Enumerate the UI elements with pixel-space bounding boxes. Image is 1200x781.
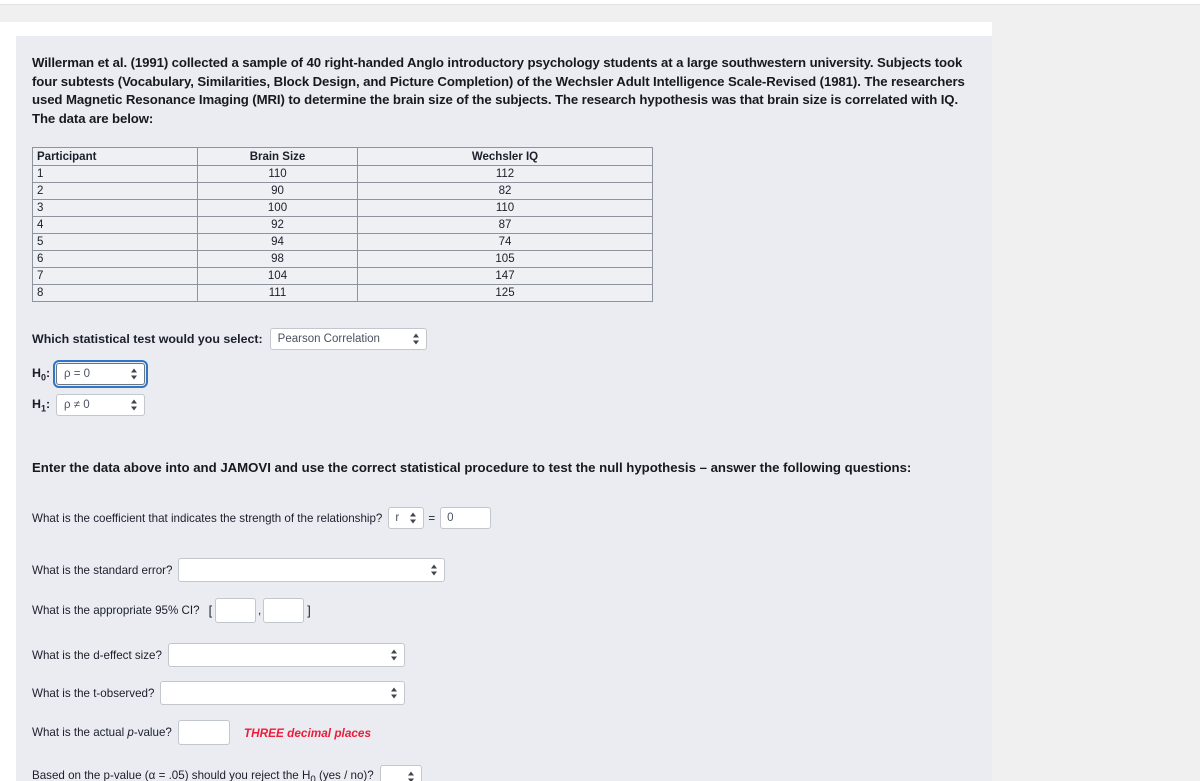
- statistical-test-select[interactable]: Pearson Correlation: [269, 328, 427, 350]
- ci-separator: ,: [258, 604, 262, 617]
- null-hypothesis-select[interactable]: ρ = 0: [53, 360, 148, 388]
- cell-participant: 5: [32, 233, 198, 251]
- alt-hypothesis-label: H1:: [32, 396, 51, 414]
- statistical-test-label: Which statistical test would you select:: [32, 332, 263, 346]
- table-row: 7 104 147: [32, 267, 653, 285]
- table-row: 3 100 110: [32, 199, 653, 217]
- cell-brain-size: 98: [197, 250, 358, 268]
- t-observed-row: What is the t-observed?: [32, 681, 976, 705]
- d-effect-size-label: What is the d-effect size?: [32, 648, 162, 662]
- table-header-row: Participant Brain Size Wechsler IQ: [32, 147, 653, 166]
- reject-decision-select-wrap[interactable]: [379, 765, 422, 781]
- cell-participant: 7: [32, 267, 198, 285]
- table-row: 4 92 87: [32, 216, 653, 234]
- data-table: Participant Brain Size Wechsler IQ 1 110…: [32, 147, 653, 302]
- standard-error-row: What is the standard error?: [32, 558, 976, 582]
- intro-paragraph: Willerman et al. (1991) collected a samp…: [32, 55, 965, 126]
- standard-error-select-wrap[interactable]: [178, 558, 446, 582]
- column-header-wechsler-iq: Wechsler IQ: [357, 147, 653, 166]
- statistical-test-select-wrap[interactable]: Pearson Correlation: [269, 328, 427, 350]
- cell-iq: 105: [357, 250, 653, 268]
- cell-participant: 2: [32, 182, 198, 200]
- cell-brain-size: 94: [197, 233, 358, 251]
- reject-decision-label: Based on the p-value (α = .05) should yo…: [32, 769, 374, 781]
- reject-label-part2: (yes / no)?: [315, 768, 374, 781]
- instructions-prompt: Enter the data above into and JAMOVI and…: [32, 460, 912, 475]
- cell-participant: 8: [32, 284, 198, 302]
- table-row: 6 98 105: [32, 250, 653, 268]
- ci-open-bracket: [: [208, 603, 213, 618]
- cell-participant: 1: [32, 165, 198, 183]
- confidence-interval-row: What is the appropriate 95% CI? [ , ]: [32, 598, 976, 623]
- t-observed-select[interactable]: [160, 681, 406, 705]
- table-row: 2 90 82: [32, 182, 653, 200]
- cell-iq: 82: [357, 182, 653, 200]
- p-value-label-part1: What is the actual: [32, 726, 128, 739]
- coefficient-value-input[interactable]: [440, 507, 492, 529]
- equals-sign: =: [428, 511, 436, 525]
- cell-brain-size: 110: [197, 165, 358, 183]
- cell-brain-size: 92: [197, 216, 358, 234]
- coefficient-row: What is the coefficient that indicates t…: [32, 507, 976, 529]
- null-hypothesis-select-wrap[interactable]: ρ = 0: [53, 360, 148, 388]
- alt-hypothesis-subscript: 1: [40, 403, 46, 414]
- cell-iq: 74: [357, 233, 653, 251]
- ci-close-bracket: ]: [307, 603, 311, 618]
- p-value-label: What is the actual p-value?: [32, 726, 172, 739]
- standard-error-label: What is the standard error?: [32, 563, 173, 577]
- statistical-test-row: Which statistical test would you select:…: [32, 328, 976, 350]
- table-row: 1 110 112: [32, 165, 653, 183]
- top-chrome-strip: [0, 0, 1200, 5]
- column-header-brain-size: Brain Size: [197, 147, 358, 166]
- ci-lower-input[interactable]: [215, 598, 257, 623]
- d-effect-size-select-wrap[interactable]: [167, 643, 405, 667]
- alt-hypothesis-row: H1: ρ ≠ 0: [32, 394, 976, 416]
- document-page: Willerman et al. (1991) collected a samp…: [0, 22, 992, 781]
- cell-iq: 110: [357, 199, 653, 217]
- t-observed-label: What is the t-observed?: [32, 686, 155, 700]
- cell-brain-size: 90: [197, 182, 358, 200]
- column-header-participant: Participant: [32, 147, 198, 166]
- coefficient-symbol-select[interactable]: r: [388, 507, 425, 529]
- confidence-interval-label: What is the appropriate 95% CI?: [32, 604, 200, 617]
- content-surface: Willerman et al. (1991) collected a samp…: [16, 36, 992, 781]
- cell-iq: 87: [357, 216, 653, 234]
- cell-participant: 3: [32, 199, 198, 217]
- cell-iq: 112: [357, 165, 653, 183]
- reject-decision-row: Based on the p-value (α = .05) should yo…: [32, 765, 976, 781]
- cell-brain-size: 104: [197, 267, 358, 285]
- cell-participant: 6: [32, 250, 198, 268]
- coefficient-label: What is the coefficient that indicates t…: [32, 511, 383, 525]
- alt-hypothesis-select[interactable]: ρ ≠ 0: [56, 394, 145, 416]
- p-value-input[interactable]: [177, 720, 230, 745]
- t-observed-select-wrap[interactable]: [160, 681, 406, 705]
- null-hypothesis-label: H0:: [32, 365, 51, 383]
- reject-decision-select[interactable]: [379, 765, 422, 781]
- p-value-label-part2: -value?: [133, 726, 172, 739]
- null-hypothesis-subscript: 0: [40, 372, 46, 383]
- cell-iq: 125: [357, 284, 653, 302]
- cell-iq: 147: [357, 267, 653, 285]
- d-effect-size-select[interactable]: [167, 643, 405, 667]
- coefficient-symbol-select-wrap[interactable]: r: [388, 507, 425, 529]
- p-value-row: What is the actual p-value? THREE decima…: [32, 720, 976, 745]
- screen: Willerman et al. (1991) collected a samp…: [0, 0, 1200, 781]
- standard-error-select[interactable]: [178, 558, 446, 582]
- cell-brain-size: 100: [197, 199, 358, 217]
- null-hypothesis-row: H0: ρ = 0: [32, 360, 976, 388]
- p-value-hint: THREE decimal places: [243, 725, 372, 740]
- table-row: 8 111 125: [32, 284, 653, 302]
- cell-participant: 4: [32, 216, 198, 234]
- table-row: 5 94 74: [32, 233, 653, 251]
- cell-brain-size: 111: [197, 284, 358, 302]
- reject-label-part1: Based on the p-value (α = .05) should yo…: [32, 768, 311, 781]
- d-effect-size-row: What is the d-effect size?: [32, 643, 976, 667]
- ci-upper-input[interactable]: [263, 598, 305, 623]
- alt-hypothesis-select-wrap[interactable]: ρ ≠ 0: [56, 394, 145, 416]
- content-inner: Willerman et al. (1991) collected a samp…: [32, 54, 976, 781]
